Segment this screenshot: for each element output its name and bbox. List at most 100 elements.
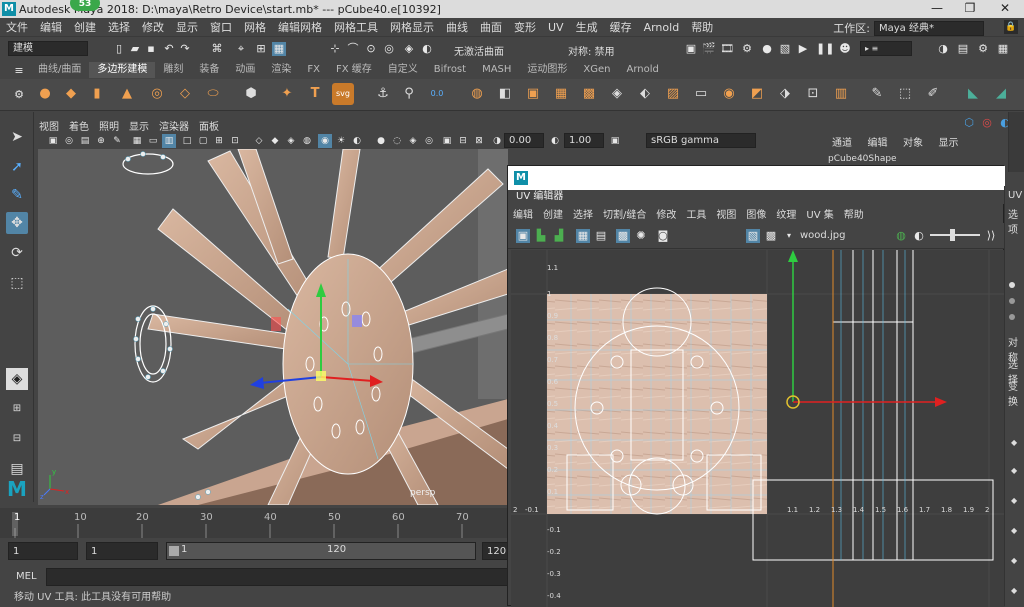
lasso-tool-icon[interactable]: ➚ [6,156,28,178]
two-d-pan-icon[interactable]: ⊕ [94,134,108,148]
uv-toolkit-options[interactable]: 选项 [1008,206,1024,236]
rotate-tool-icon[interactable]: ⟳ [6,242,28,264]
poly-cube-icon[interactable]: ◆ [60,83,82,105]
channel-menu-show[interactable]: 显示 [939,134,959,149]
select-tool-icon[interactable]: ➤ [6,126,28,148]
uv-grid-icon[interactable]: ▦ [576,229,590,243]
camera-attributes-icon[interactable]: ▣ [46,134,60,148]
select-component-icon[interactable]: ⊞ [254,42,268,56]
uv-toolkit-radio-2[interactable] [1009,298,1015,304]
uv-texture-name[interactable]: wood.jpg [800,230,845,241]
bridge-edges-icon[interactable]: ◈ [606,83,628,105]
uv-exposure-icon[interactable]: ◐ [912,229,926,243]
shelf-tab-arnold[interactable]: Arnold [619,62,667,78]
poly-platonic-icon[interactable]: ⬢ [240,83,262,105]
shelf-tab-animation[interactable]: 动画 [227,62,263,78]
svg-tool-icon[interactable]: svg [332,83,354,105]
render-region-icon[interactable]: ▣ [684,42,698,56]
offset-edge-loop-icon[interactable]: ▨ [662,83,684,105]
poly-disc-icon[interactable]: ⬭ [202,83,224,105]
uv-menu-view[interactable]: 视图 [711,206,741,221]
uv-menu-cut-sew[interactable]: 切割/缝合 [598,206,651,221]
move-tool-icon[interactable]: ✥ [6,212,28,234]
snap-curve-icon[interactable]: ⌒ [346,42,360,56]
channel-box-icon-2[interactable]: ◎ [980,116,994,130]
menu-help[interactable]: 帮助 [685,19,719,35]
menu-mesh-tools[interactable]: 网格工具 [328,19,384,35]
type-tool-icon[interactable]: T [304,83,326,105]
image-plane-icon[interactable]: ▤ [78,134,92,148]
live-surface-field[interactable]: 无激活曲面 [454,43,504,58]
tool-settings-toggle-icon[interactable]: ⚙ [976,42,990,56]
hypershade-icon[interactable]: ● [760,42,774,56]
shelf-tab-polygon-modeling[interactable]: 多边形建模 [89,62,156,78]
shelf-tab-motion-graphics[interactable]: 运动图形 [519,62,575,78]
uv-menu-modify[interactable]: 修改 [651,206,681,221]
shelf-tab-curves[interactable]: 曲线/曲面 [30,62,89,78]
menu-set-dropdown[interactable]: 建模 [8,41,88,56]
uv-editor-icon[interactable]: ▥ [830,83,852,105]
restore-button[interactable]: ❐ [953,0,987,18]
depth-of-field-icon[interactable]: ◎ [422,134,436,148]
motion-blur-icon[interactable]: ◌ [390,134,404,148]
separate-icon[interactable]: ⚲ [398,83,420,105]
quad-draw-icon[interactable]: ⬗ [774,83,796,105]
gate-mask-icon[interactable]: ▢ [196,134,210,148]
range-end-field[interactable]: 120 [482,542,508,560]
pause-render-icon[interactable]: ❚❚ [816,42,834,56]
xray-joints-icon[interactable]: ⊟ [456,134,470,148]
uv-display-image-icon[interactable]: ▧ [746,229,760,243]
save-scene-icon[interactable]: ▪ [144,42,158,56]
default-material-icon[interactable]: ◈ [284,134,298,148]
uv-menu-textures[interactable]: 纹理 [771,206,801,221]
sweep-mesh-icon[interactable]: ✦ [276,83,298,105]
uv-toolkit-collapse-1-icon[interactable]: ◆ [1011,438,1017,447]
target-weld-icon[interactable]: ◉ [718,83,740,105]
grid-icon[interactable]: ▦ [130,134,144,148]
workspace-dropdown[interactable]: Maya 经典* [874,20,984,36]
menu-window[interactable]: 窗口 [204,19,238,35]
xray-active-icon[interactable]: ⊠ [472,134,486,148]
scale-tool-icon[interactable]: ⬚ [6,272,28,294]
perspective-viewport[interactable]: y x z [38,149,508,505]
safe-action-icon[interactable]: ⊡ [228,134,242,148]
uv-toolkit-collapse-3-icon[interactable]: ◆ [1011,496,1017,505]
uv-editor-window[interactable]: M UV 编辑器 编辑 创建 选择 切割/缝合 修改 工具 视图 图像 纹理 U… [507,165,1005,607]
uv-menu-tools[interactable]: 工具 [681,206,711,221]
wireframe-icon[interactable]: ◇ [252,134,266,148]
snap-grid-icon[interactable]: ⊹ [328,42,342,56]
channel-menu-channels[interactable]: 通道 [832,134,852,149]
smooth-shade-icon[interactable]: ◆ [268,134,282,148]
menu-curves[interactable]: 曲线 [440,19,474,35]
center-pivot-icon[interactable]: ⊡ [802,83,824,105]
exposure-field[interactable]: 0.00 [504,133,544,148]
uv-menu-help[interactable]: 帮助 [839,206,869,221]
lock-icon[interactable]: 🔒 [1004,20,1018,34]
uv-snapshot-icon[interactable]: ◙ [656,229,670,243]
render-view-icon-2[interactable]: ▶ [796,42,810,56]
uv-texture-dropdown-icon[interactable]: ▾ [782,229,796,243]
viewport-menu-lighting[interactable]: 照明 [94,118,124,133]
select-component-active-icon[interactable]: ▦ [272,42,286,56]
channel-menu-edit[interactable]: 编辑 [868,134,888,149]
snap-point-icon[interactable]: ⊙ [364,42,378,56]
open-scene-icon[interactable]: ▰ [128,42,142,56]
uv-toolkit-transform[interactable]: 变换 [1008,378,1024,408]
menu-generate[interactable]: 生成 [570,19,604,35]
uv-pixel-snap-icon[interactable]: ▤ [594,229,608,243]
exposure-icon[interactable]: ◑ [490,134,504,148]
select-hierarchy-icon[interactable]: ⌘ [210,42,224,56]
uv-exposure-slider-handle[interactable] [950,229,955,241]
attribute-editor-tab[interactable] [1008,112,1024,172]
scene-start-field[interactable]: 1 [8,542,78,560]
uv-border-icon[interactable]: ▟ [552,229,566,243]
two-view-layout-icon[interactable]: ⊟ [6,428,28,450]
mirror-icon[interactable]: ◧ [494,83,516,105]
viewport-menu-panels[interactable]: 面板 [194,118,224,133]
range-slider[interactable]: 1 120 [166,542,476,560]
shelf-menu-icon[interactable]: ≡ [12,64,26,78]
uv-editor-titlebar[interactable]: M [508,166,1005,190]
four-view-layout-icon[interactable]: ⊞ [6,398,28,420]
textured-icon[interactable]: ◉ [318,134,332,148]
input-mode-dropdown[interactable]: ▸ ≡ [860,41,912,56]
